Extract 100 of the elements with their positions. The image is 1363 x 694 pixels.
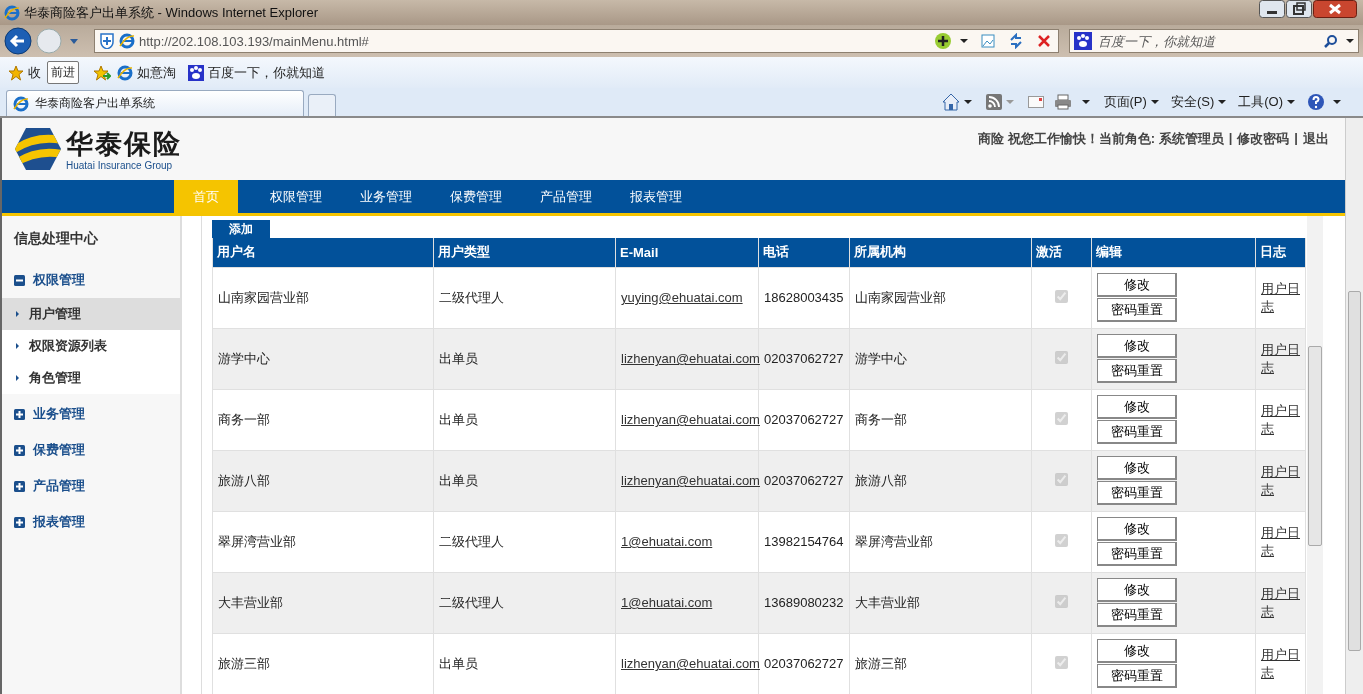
picture-frame-icon[interactable] bbox=[980, 33, 996, 49]
tooltip: 前进 bbox=[47, 61, 79, 84]
nav-tab[interactable]: 业务管理 bbox=[341, 180, 431, 213]
rss-icon[interactable] bbox=[985, 94, 1002, 110]
stop-icon[interactable] bbox=[1036, 33, 1052, 49]
nav-tab[interactable]: 保费管理 bbox=[431, 180, 521, 213]
column-header: 所属机构 bbox=[849, 238, 1032, 267]
table-cell: 02037062727 bbox=[758, 633, 850, 694]
add-button[interactable]: 添加 bbox=[212, 220, 270, 238]
caret-icon bbox=[1287, 100, 1295, 104]
table-cell: 出单员 bbox=[433, 328, 616, 389]
table-cell: 旅游三部 bbox=[849, 633, 1032, 694]
scrollbar[interactable] bbox=[1345, 118, 1363, 694]
column-header: 用户类型 bbox=[433, 238, 616, 267]
caret-icon[interactable] bbox=[963, 100, 972, 104]
header-link[interactable]: 退出 bbox=[1303, 130, 1329, 148]
help-icon[interactable] bbox=[1307, 93, 1325, 111]
mail-icon[interactable] bbox=[1027, 96, 1044, 108]
edit-button[interactable]: 修改 bbox=[1097, 395, 1177, 419]
column-header: 激活 bbox=[1031, 238, 1092, 267]
caret-icon[interactable] bbox=[1081, 100, 1090, 104]
nav-tab[interactable]: 报表管理 bbox=[611, 180, 701, 213]
table-cell: 旅游八部 bbox=[849, 450, 1032, 511]
caret-icon[interactable] bbox=[1333, 100, 1341, 104]
reset-password-button[interactable]: 密码重置 bbox=[1097, 664, 1177, 688]
edit-button[interactable]: 修改 bbox=[1097, 578, 1177, 602]
logo-subtitle: Huatai Insurance Group bbox=[66, 159, 174, 171]
column-header: 用户名 bbox=[212, 238, 434, 267]
table-cell: 二级代理人 bbox=[433, 511, 616, 572]
command-menu[interactable]: 工具(O) bbox=[1238, 93, 1295, 111]
triangle-icon bbox=[16, 375, 19, 381]
sidebar-item[interactable]: 用户管理 bbox=[2, 298, 180, 330]
email-link[interactable]: 1@ehuatai.com bbox=[621, 595, 713, 610]
browser-tab[interactable]: 华泰商险客户出单系统 bbox=[6, 90, 304, 116]
table-cell: 游学中心 bbox=[849, 328, 1032, 389]
search-box[interactable]: 百度一下，你就知道 bbox=[1069, 29, 1359, 53]
reset-password-button[interactable]: 密码重置 bbox=[1097, 481, 1177, 505]
ie-logo-icon bbox=[13, 95, 29, 112]
ie-logo-icon bbox=[117, 64, 133, 81]
favorite-link[interactable]: 百度一下，你就知道 bbox=[188, 63, 325, 82]
search-field[interactable]: 百度一下，你就知道 bbox=[1096, 32, 1320, 50]
email-link[interactable]: 1@ehuatai.com bbox=[621, 534, 713, 549]
favorites-button[interactable]: 收 bbox=[8, 63, 41, 82]
edit-button[interactable]: 修改 bbox=[1097, 456, 1177, 480]
table-cell: 02037062727 bbox=[758, 328, 850, 389]
edit-button[interactable]: 修改 bbox=[1097, 334, 1177, 358]
reset-password-button[interactable]: 密码重置 bbox=[1097, 420, 1177, 444]
table-cell: 大丰营业部 bbox=[849, 572, 1032, 633]
table-cell: 翠屏湾营业部 bbox=[849, 511, 1032, 572]
edit-button[interactable]: 修改 bbox=[1097, 517, 1177, 541]
table-cell: 游学中心 bbox=[212, 328, 434, 389]
close-icon[interactable] bbox=[1313, 0, 1357, 18]
window-title: 华泰商险客户出单系统 - Windows Internet Explorer bbox=[24, 3, 319, 22]
nav-tab[interactable]: 产品管理 bbox=[521, 180, 611, 213]
table-cell: 出单员 bbox=[433, 633, 616, 694]
back-icon[interactable] bbox=[4, 27, 32, 55]
sidebar-group[interactable]: 权限管理 bbox=[2, 262, 180, 298]
table-cell: 大丰营业部 bbox=[212, 572, 434, 633]
table-cell: 山南家园营业部 bbox=[212, 267, 434, 328]
triangle-icon bbox=[16, 311, 19, 317]
table-cell: 旅游八部 bbox=[212, 450, 434, 511]
caret-icon[interactable] bbox=[960, 39, 968, 43]
sidebar-item[interactable]: 角色管理 bbox=[2, 362, 180, 394]
home-icon[interactable] bbox=[941, 93, 960, 111]
reset-password-button[interactable]: 密码重置 bbox=[1097, 542, 1177, 566]
reset-password-button[interactable]: 密码重置 bbox=[1097, 359, 1177, 383]
reset-password-button[interactable]: 密码重置 bbox=[1097, 298, 1177, 322]
table-cell: 02037062727 bbox=[758, 389, 850, 450]
paw-icon bbox=[188, 64, 204, 81]
refresh-icon[interactable] bbox=[1008, 33, 1024, 49]
sidebar-group[interactable]: 保费管理 bbox=[2, 432, 180, 468]
sidebar-item[interactable]: 权限资源列表 bbox=[2, 330, 180, 362]
scrollbar[interactable] bbox=[1307, 216, 1323, 694]
edit-button[interactable]: 修改 bbox=[1097, 273, 1177, 297]
star-arrow-icon[interactable] bbox=[93, 64, 111, 81]
command-menu[interactable]: 页面(P) bbox=[1103, 93, 1159, 111]
header-link[interactable]: 修改密码 bbox=[1237, 130, 1290, 148]
plus-circle-icon[interactable] bbox=[934, 32, 952, 50]
caret-icon[interactable] bbox=[1346, 39, 1354, 43]
reset-password-button[interactable]: 密码重置 bbox=[1097, 603, 1177, 627]
printer-icon[interactable] bbox=[1053, 94, 1072, 110]
command-menu[interactable]: 安全(S) bbox=[1170, 93, 1227, 111]
column-header: 编辑 bbox=[1091, 238, 1256, 267]
favorite-link[interactable]: 如意淘 bbox=[117, 63, 176, 82]
sidebar-group[interactable]: 产品管理 bbox=[2, 468, 180, 504]
nav-tab[interactable]: 权限管理 bbox=[251, 180, 341, 213]
edit-button[interactable]: 修改 bbox=[1097, 639, 1177, 663]
column-header: 日志 bbox=[1255, 238, 1306, 267]
address-field[interactable]: http://202.108.103.193/mainMenu.html# bbox=[94, 29, 1059, 53]
sidebar-group[interactable]: 业务管理 bbox=[2, 396, 180, 432]
table-cell: 13689080232 bbox=[758, 572, 850, 633]
paw-icon bbox=[1074, 32, 1092, 50]
separator: | bbox=[1294, 130, 1298, 145]
ie-logo-icon bbox=[4, 4, 20, 21]
table-cell: 出单员 bbox=[433, 450, 616, 511]
search-icon[interactable] bbox=[1324, 34, 1338, 48]
minimize-icon[interactable] bbox=[1259, 0, 1285, 18]
restore-icon[interactable] bbox=[1286, 0, 1312, 18]
sidebar-group[interactable]: 报表管理 bbox=[2, 504, 180, 540]
caret-icon bbox=[1150, 100, 1159, 104]
